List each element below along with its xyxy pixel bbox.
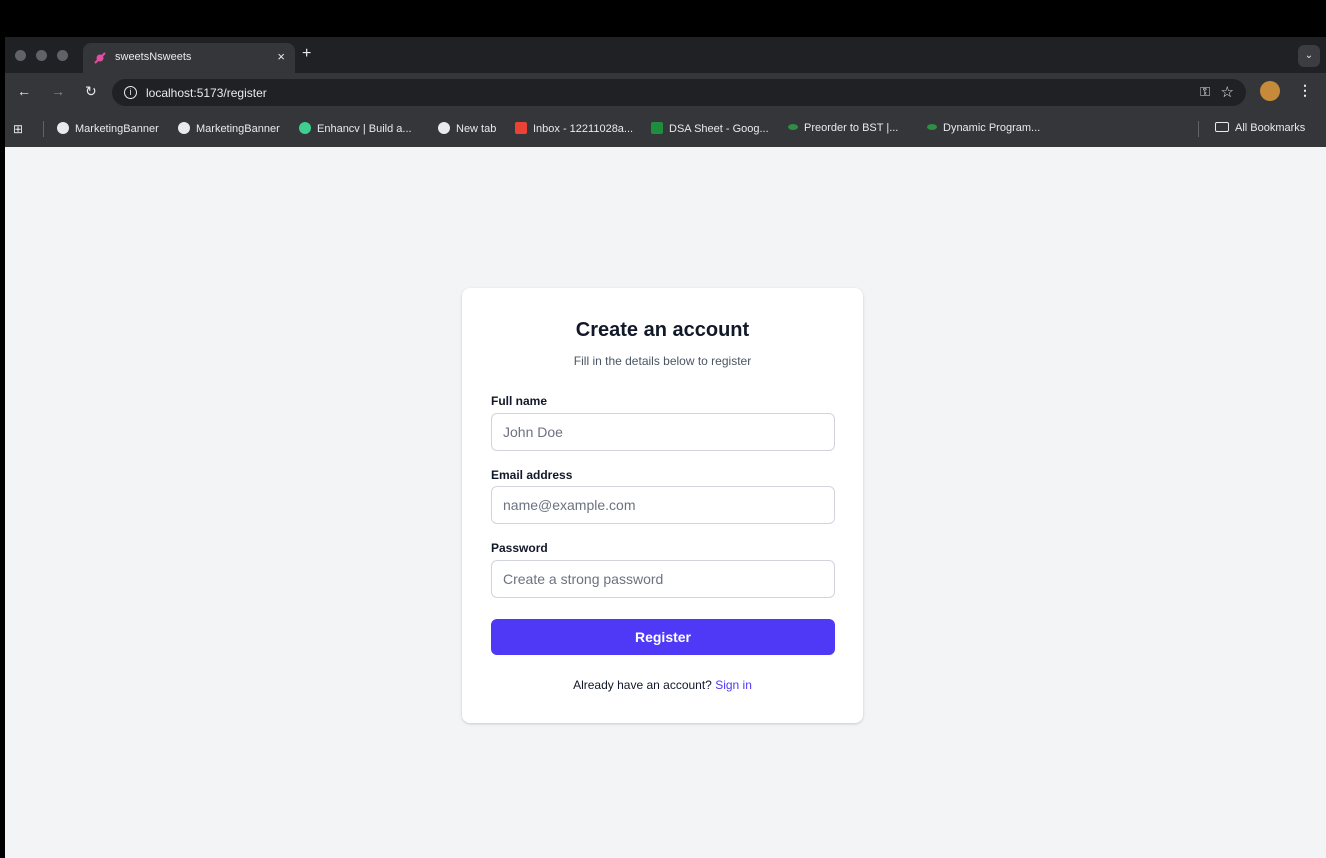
bookmark-item[interactable]: Preorder to BST |... (788, 122, 898, 134)
back-icon[interactable]: ← (17, 83, 31, 99)
bookmark-item[interactable]: Inbox - 12211028a... (515, 122, 633, 135)
password-key-icon[interactable]: ⚿ (1200, 84, 1210, 100)
folder-icon (1215, 122, 1229, 132)
bookmark-item[interactable]: MarketingBanner (178, 122, 280, 135)
new-tab-button[interactable]: + (302, 45, 311, 63)
url-text[interactable]: localhost:5173/register (146, 86, 267, 100)
bookmark-star-icon[interactable]: ☆ (1221, 83, 1234, 101)
maximize-window-icon[interactable] (57, 50, 68, 61)
page-title: Create an account (575, 319, 750, 341)
bookmark-label: New tab (456, 123, 497, 135)
forward-icon[interactable]: → (51, 83, 65, 99)
browser-window: sweetsNsweets × + ⌄ ← → ↻ i localhost:51… (5, 37, 1326, 858)
tab-title: sweetsNsweets (115, 51, 192, 63)
register-card: Create an account Fill in the details be… (462, 288, 863, 723)
gfg-icon (788, 124, 798, 130)
site-info-icon[interactable]: i (124, 86, 137, 99)
full-name-input[interactable] (491, 413, 835, 451)
register-button[interactable]: Register (491, 619, 835, 655)
sheets-icon (651, 122, 663, 134)
candy-icon (94, 52, 106, 64)
browser-menu-icon[interactable]: ⋮ (1298, 82, 1312, 99)
all-bookmarks-label: All Bookmarks (1235, 122, 1306, 134)
signin-prompt: Already have an account? Sign in (462, 678, 863, 692)
bookmark-label: Enhancv | Build a... (317, 123, 412, 135)
bookmark-item[interactable]: Dynamic Program... (927, 122, 1040, 134)
signin-link[interactable]: Sign in (715, 678, 752, 692)
address-bar[interactable]: i localhost:5173/register ⚿ ☆ (112, 79, 1246, 106)
bookmark-label: Preorder to BST |... (804, 122, 899, 134)
minimize-window-icon[interactable] (36, 50, 47, 61)
password-input[interactable] (491, 560, 835, 598)
gmail-icon (515, 122, 527, 134)
bookmark-label: MarketingBanner (196, 123, 280, 135)
globe-icon (57, 122, 69, 134)
close-window-icon[interactable] (15, 50, 26, 61)
globe-icon (178, 122, 190, 134)
bookmark-item[interactable]: Enhancv | Build a... (299, 122, 412, 135)
gfg-icon (927, 124, 937, 130)
apps-grid-icon[interactable]: ⊞ (13, 122, 23, 136)
page-subtitle: Fill in the details below to register (573, 354, 752, 368)
bookmark-item[interactable]: DSA Sheet - Goog... (651, 122, 769, 135)
bookmarks-bar: ⊞ MarketingBanner MarketingBanner Enhanc… (5, 111, 1326, 147)
page-content: Create an account Fill in the details be… (5, 147, 1326, 858)
bookmarks-divider (1198, 121, 1199, 137)
signin-prompt-text: Already have an account? (573, 678, 712, 692)
bookmark-label: DSA Sheet - Goog... (669, 123, 769, 135)
password-label: Password (491, 541, 548, 555)
enhancv-icon (299, 122, 311, 134)
email-label: Email address (491, 468, 573, 482)
close-tab-icon[interactable]: × (277, 49, 285, 64)
tab-strip: sweetsNsweets × + ⌄ (5, 37, 1326, 73)
reload-icon[interactable]: ↻ (85, 83, 97, 100)
all-bookmarks-button[interactable]: All Bookmarks (1215, 122, 1305, 134)
tab-active[interactable]: sweetsNsweets × (83, 43, 295, 73)
bookmark-label: Inbox - 12211028a... (533, 123, 634, 135)
profile-avatar[interactable] (1260, 81, 1280, 101)
browser-toolbar: ← → ↻ i localhost:5173/register ⚿ ☆ ⋮ (5, 73, 1326, 111)
bookmark-label: MarketingBanner (75, 123, 159, 135)
bookmark-item[interactable]: MarketingBanner (57, 122, 159, 135)
bookmark-label: Dynamic Program... (943, 122, 1041, 134)
tab-search-icon[interactable]: ⌄ (1298, 45, 1320, 67)
bookmarks-divider (43, 121, 44, 137)
email-input[interactable] (491, 486, 835, 524)
full-name-label: Full name (491, 394, 548, 408)
bookmark-item[interactable]: New tab (438, 122, 496, 135)
globe-icon (438, 122, 450, 134)
